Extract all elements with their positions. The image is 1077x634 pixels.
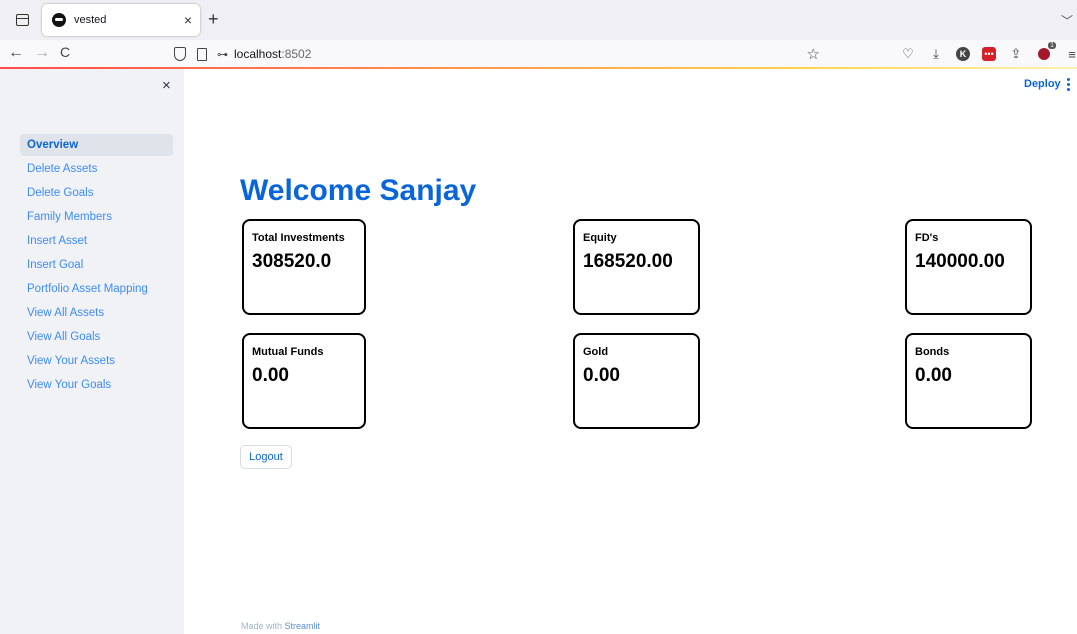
sidebar-item-insert-goal[interactable]: Insert Goal xyxy=(20,253,173,277)
favicon-icon xyxy=(52,13,66,27)
metric-value: 0.00 xyxy=(915,365,952,386)
sidebar-close-icon[interactable]: × xyxy=(162,77,171,94)
metric-card-mutual-funds: Mutual Funds 0.00 xyxy=(242,333,366,429)
metric-label: Mutual Funds xyxy=(252,346,324,358)
reload-icon[interactable]: C xyxy=(60,44,70,60)
deploy-button[interactable]: Deploy xyxy=(1024,78,1061,90)
metric-label: Equity xyxy=(583,232,617,244)
forward-icon[interactable]: → xyxy=(34,44,50,62)
page-icon[interactable] xyxy=(197,47,207,61)
new-tab-button[interactable]: + xyxy=(208,9,219,30)
metric-card-total-investments: Total Investments 308520.0 xyxy=(242,219,366,315)
url-text[interactable]: localhost:8502 xyxy=(234,47,311,61)
app-menu-icon[interactable]: ≡ xyxy=(1064,46,1077,62)
metric-label: FD's xyxy=(915,232,939,244)
sidebar-item-portfolio-asset-mapping[interactable]: Portfolio Asset Mapping xyxy=(20,277,173,301)
download-icon[interactable]: ⤓ xyxy=(928,46,944,62)
list-tabs-icon[interactable]: ﹀ xyxy=(1061,12,1073,29)
metric-card-gold: Gold 0.00 xyxy=(573,333,700,429)
sidebar-item-delete-assets[interactable]: Delete Assets xyxy=(20,157,173,181)
metric-value: 140000.00 xyxy=(915,251,1005,272)
metric-label: Bonds xyxy=(915,346,950,358)
page-title: Welcome Sanjay xyxy=(240,174,477,207)
sidebar-nav: Overview Delete Assets Delete Goals Fami… xyxy=(20,134,173,397)
footer: Made with Streamlit xyxy=(241,621,320,631)
tab-overview-icon[interactable] xyxy=(10,8,34,32)
sidebar-item-view-your-assets[interactable]: View Your Assets xyxy=(20,349,173,373)
browser-tab[interactable]: vested × xyxy=(42,4,200,36)
sidebar-item-delete-goals[interactable]: Delete Goals xyxy=(20,181,173,205)
browser-tab-bar: vested × + ﹀ xyxy=(0,0,1077,40)
metric-card-bonds: Bonds 0.00 xyxy=(905,333,1032,429)
back-icon[interactable]: ← xyxy=(8,44,24,62)
metric-value: 0.00 xyxy=(583,365,620,386)
sidebar: × Overview Delete Assets Delete Goals Fa… xyxy=(0,69,184,634)
sidebar-item-family-members[interactable]: Family Members xyxy=(20,205,173,229)
pocket-icon[interactable]: ♡ xyxy=(900,46,916,62)
extension-icon[interactable]: ••• xyxy=(982,47,996,61)
share-icon[interactable]: ⇪ xyxy=(1008,46,1024,62)
profile-icon[interactable]: K xyxy=(956,47,970,61)
sidebar-item-insert-asset[interactable]: Insert Asset xyxy=(20,229,173,253)
shield-icon[interactable] xyxy=(174,47,186,61)
streamlit-link[interactable]: Streamlit xyxy=(285,621,321,631)
bookmark-star-icon[interactable]: ☆ xyxy=(807,45,820,63)
tab-title: vested xyxy=(74,14,107,26)
metric-value: 168520.00 xyxy=(583,251,673,272)
metric-label: Total Investments xyxy=(252,232,345,244)
metric-value: 0.00 xyxy=(252,365,289,386)
metric-card-equity: Equity 168520.00 xyxy=(573,219,700,315)
sidebar-item-view-all-assets[interactable]: View All Assets xyxy=(20,301,173,325)
sidebar-item-overview[interactable]: Overview xyxy=(20,134,173,156)
extension-badge-icon[interactable]: 1 xyxy=(1036,42,1056,62)
metric-value: 308520.0 xyxy=(252,251,332,272)
logout-button[interactable]: Logout xyxy=(240,445,292,469)
metric-label: Gold xyxy=(583,346,609,358)
sidebar-item-view-all-goals[interactable]: View All Goals xyxy=(20,325,173,349)
footer-prefix: Made with xyxy=(241,621,285,631)
sidebar-item-view-your-goals[interactable]: View Your Goals xyxy=(20,373,173,397)
metric-card-fds: FD's 140000.00 xyxy=(905,219,1032,315)
url-bar[interactable]: ⊶ localhost:8502 ☆ xyxy=(170,43,830,65)
browser-nav-bar: ← → C ⊶ localhost:8502 ☆ ♡ ⤓ K ••• ⇪ 1 ≡ xyxy=(0,40,1077,68)
key-icon[interactable]: ⊶ xyxy=(217,48,228,61)
tab-close-icon[interactable]: × xyxy=(184,12,192,28)
toolbar-icons: ♡ ⤓ K ••• ⇪ 1 ≡ xyxy=(900,42,1077,63)
main-menu-icon[interactable] xyxy=(1067,78,1071,91)
